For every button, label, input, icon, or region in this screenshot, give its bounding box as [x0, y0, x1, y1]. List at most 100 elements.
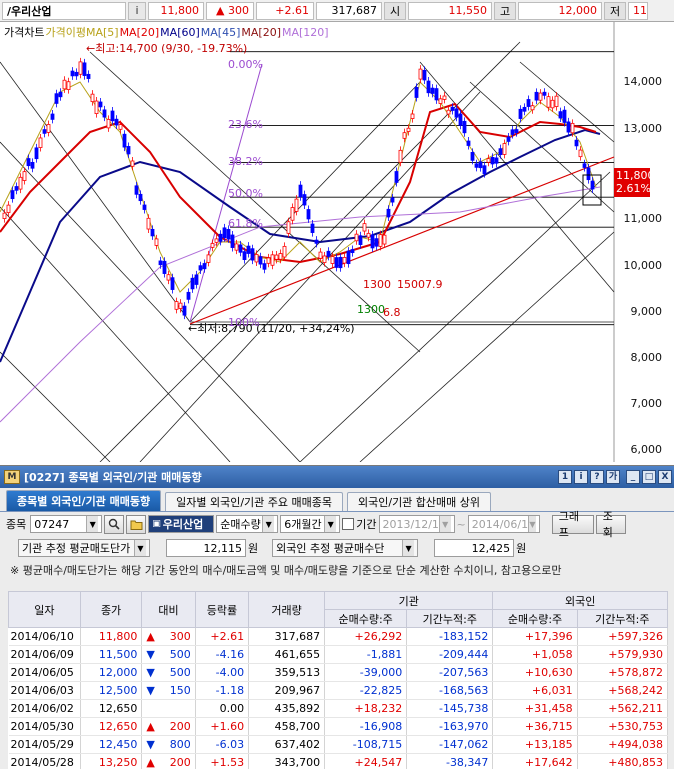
legend-item[interactable]: MA[45] [201, 26, 241, 39]
candle-body [142, 204, 147, 210]
help-icon[interactable]: ? [590, 470, 604, 484]
stock-name-field[interactable]: /우리산업 [2, 1, 126, 20]
chevron-down-icon[interactable]: ▼ [528, 516, 536, 532]
cell-for-net: +17,642 [492, 753, 578, 769]
cell-date: 2014/06/02 [8, 699, 81, 718]
cell-vol: 461,655 [248, 645, 326, 664]
maximize-button[interactable]: □ [642, 470, 656, 484]
table-row[interactable]: 2014/05/28 13,250 ▲ 200 +1.53 343,700 +24,547-… [8, 753, 669, 769]
col-header-inst-cum[interactable]: 기간누적:주 [406, 609, 494, 628]
price-chart[interactable]: 가격차트가격이평MA[5]MA[20]MA[60]MA[45]MA[20]MA[… [0, 22, 674, 462]
candle-body [362, 223, 367, 232]
legend-item[interactable]: MA[20] [241, 26, 281, 39]
gann-line [359, 231, 615, 462]
candle-body [270, 254, 275, 266]
close-button[interactable]: X [658, 470, 672, 484]
info-icon[interactable]: i [574, 470, 588, 484]
col-header-diff[interactable]: 대비 [141, 591, 196, 628]
chevron-down-icon[interactable]: ▼ [134, 540, 146, 556]
foreign-avg-select[interactable]: 외국인 추정 평균매수단 ▼ [272, 539, 419, 557]
candle-body [106, 118, 111, 129]
window-titlebar[interactable]: M [0227] 종목별 외국인/기관 매매동향 1 i ? 가 _ □ X [0, 466, 674, 488]
candle-body [10, 190, 15, 200]
link-number-button[interactable]: 1 [558, 470, 572, 484]
candle-body [398, 149, 403, 163]
candle-body [554, 95, 559, 107]
checkbox-icon[interactable] [342, 518, 355, 530]
y-tick: 13,000 [623, 122, 663, 135]
period-checkbox[interactable]: 기간 [342, 516, 377, 532]
open-label: 시 [384, 1, 406, 20]
candle-body [378, 234, 383, 247]
chevron-down-icon[interactable]: ▼ [86, 516, 99, 532]
chevron-down-icon[interactable]: ▼ [402, 540, 415, 556]
table-row[interactable]: 2014/06/09 11,500 ▼ 500 -4.16 461,655 -1,881 -2… [8, 645, 669, 664]
cell-for-net: +17,396 [492, 627, 578, 646]
info-button[interactable]: i [128, 1, 146, 20]
cell-for-cum: +530,753 [577, 717, 669, 736]
mode-select[interactable]: 순매수량 ▼ [216, 515, 279, 533]
candle-body [526, 99, 531, 107]
legend-item[interactable]: MA[120] [282, 26, 329, 39]
table-row[interactable]: 2014/06/10 11,800 ▲ 300 +2.61 317,687 +26,292-… [8, 627, 669, 646]
cell-inst-net: -22,825 [324, 681, 408, 700]
table-row[interactable]: 2014/06/05 12,000 ▼ 500 -4.00 359,513 -39,000-… [8, 663, 669, 682]
current-price: 11,800 [148, 1, 204, 20]
tab-daily-main-stocks[interactable]: 일자별 외국인/기관 주요 매매종목 [165, 492, 343, 511]
chevron-down-icon[interactable]: ▼ [324, 516, 337, 532]
graph-button[interactable]: 그래프 [551, 510, 594, 539]
ma5-line [0, 81, 597, 293]
tab-combined-top[interactable]: 외국인/기관 합산매매 상위 [347, 492, 492, 511]
chevron-down-icon[interactable]: ▼ [262, 516, 275, 532]
col-header-inst-net[interactable]: 순매수량:주 [324, 609, 408, 628]
legend-item[interactable]: MA[20] [120, 26, 160, 39]
stock-code-input[interactable]: 07247 ▼ [30, 515, 103, 533]
minimize-button[interactable]: _ [626, 470, 640, 484]
date-to-field[interactable]: 2014/06/1 ▼ [467, 515, 540, 533]
tab-stock-investor-trend[interactable]: 종목별 외국인/기관 매매동향 [6, 490, 162, 511]
candle-body [482, 165, 487, 175]
chart-canvas[interactable] [0, 22, 674, 462]
cell-date: 2014/06/10 [8, 627, 81, 646]
candle-body [222, 227, 227, 239]
lookup-button[interactable]: 조회 [595, 510, 626, 539]
high-annotation: ←최고:14,700 (9/30, -19.73%) [86, 42, 248, 55]
period-select[interactable]: 6개월간 ▼ [280, 515, 341, 533]
volume: 317,687 [316, 1, 382, 20]
col-header-close[interactable]: 종가 [79, 591, 143, 628]
candle-body [422, 69, 427, 81]
col-header-volume[interactable]: 거래량 [248, 591, 326, 628]
table-row[interactable]: 2014/06/02 12,650 0.00 435,892 +18,232 -145,7… [8, 699, 669, 718]
candle-body [130, 160, 135, 167]
legend-item[interactable]: 가격이평MA[5] [45, 26, 118, 39]
candle-body [366, 232, 371, 238]
folder-icon[interactable] [126, 514, 147, 534]
candle-body [314, 239, 319, 244]
inst-avg-select[interactable]: 기관 추정 평균매도단가 ▼ [18, 539, 150, 557]
search-icon[interactable] [104, 514, 125, 534]
table-row[interactable]: 2014/06/03 12,500 ▼ 150 -1.18 209,967 -22,825-… [8, 681, 669, 700]
candle-body [494, 157, 499, 164]
font-size-icon[interactable]: 가 [606, 470, 620, 484]
candle-body [466, 140, 471, 146]
legend-item[interactable]: 가격차트 [4, 26, 44, 39]
cell-inst-net: -16,908 [324, 717, 408, 736]
cell-inst-net: +24,547 [324, 753, 408, 769]
candle-body [14, 186, 19, 191]
cell-diff: ▲ 200 [141, 717, 196, 736]
candle-body [370, 234, 375, 249]
col-header-foreign-cum[interactable]: 기간누적:주 [576, 609, 669, 628]
table-row[interactable]: 2014/05/30 12,650 ▲ 200 +1.60 458,700 -16,908-… [8, 717, 669, 736]
cell-date: 2014/06/03 [8, 681, 81, 700]
chevron-down-icon[interactable]: ▼ [438, 516, 451, 532]
col-header-date[interactable]: 일자 [8, 591, 81, 628]
col-header-rate[interactable]: 등락률 [194, 591, 250, 628]
table-row[interactable]: 2014/05/29 12,450 ▼ 800 -6.03 637,402 -108,715… [8, 735, 669, 754]
candle-body [458, 113, 463, 126]
legend-item[interactable]: MA[60] [160, 26, 200, 39]
fib-label-500: 50.0% [228, 187, 263, 200]
candle-body [498, 148, 503, 156]
col-header-foreign-net[interactable]: 순매수량:주 [492, 609, 578, 628]
cell-close: 11,500 [80, 645, 143, 664]
date-from-field[interactable]: 2013/12/1 ▼ [378, 515, 455, 533]
